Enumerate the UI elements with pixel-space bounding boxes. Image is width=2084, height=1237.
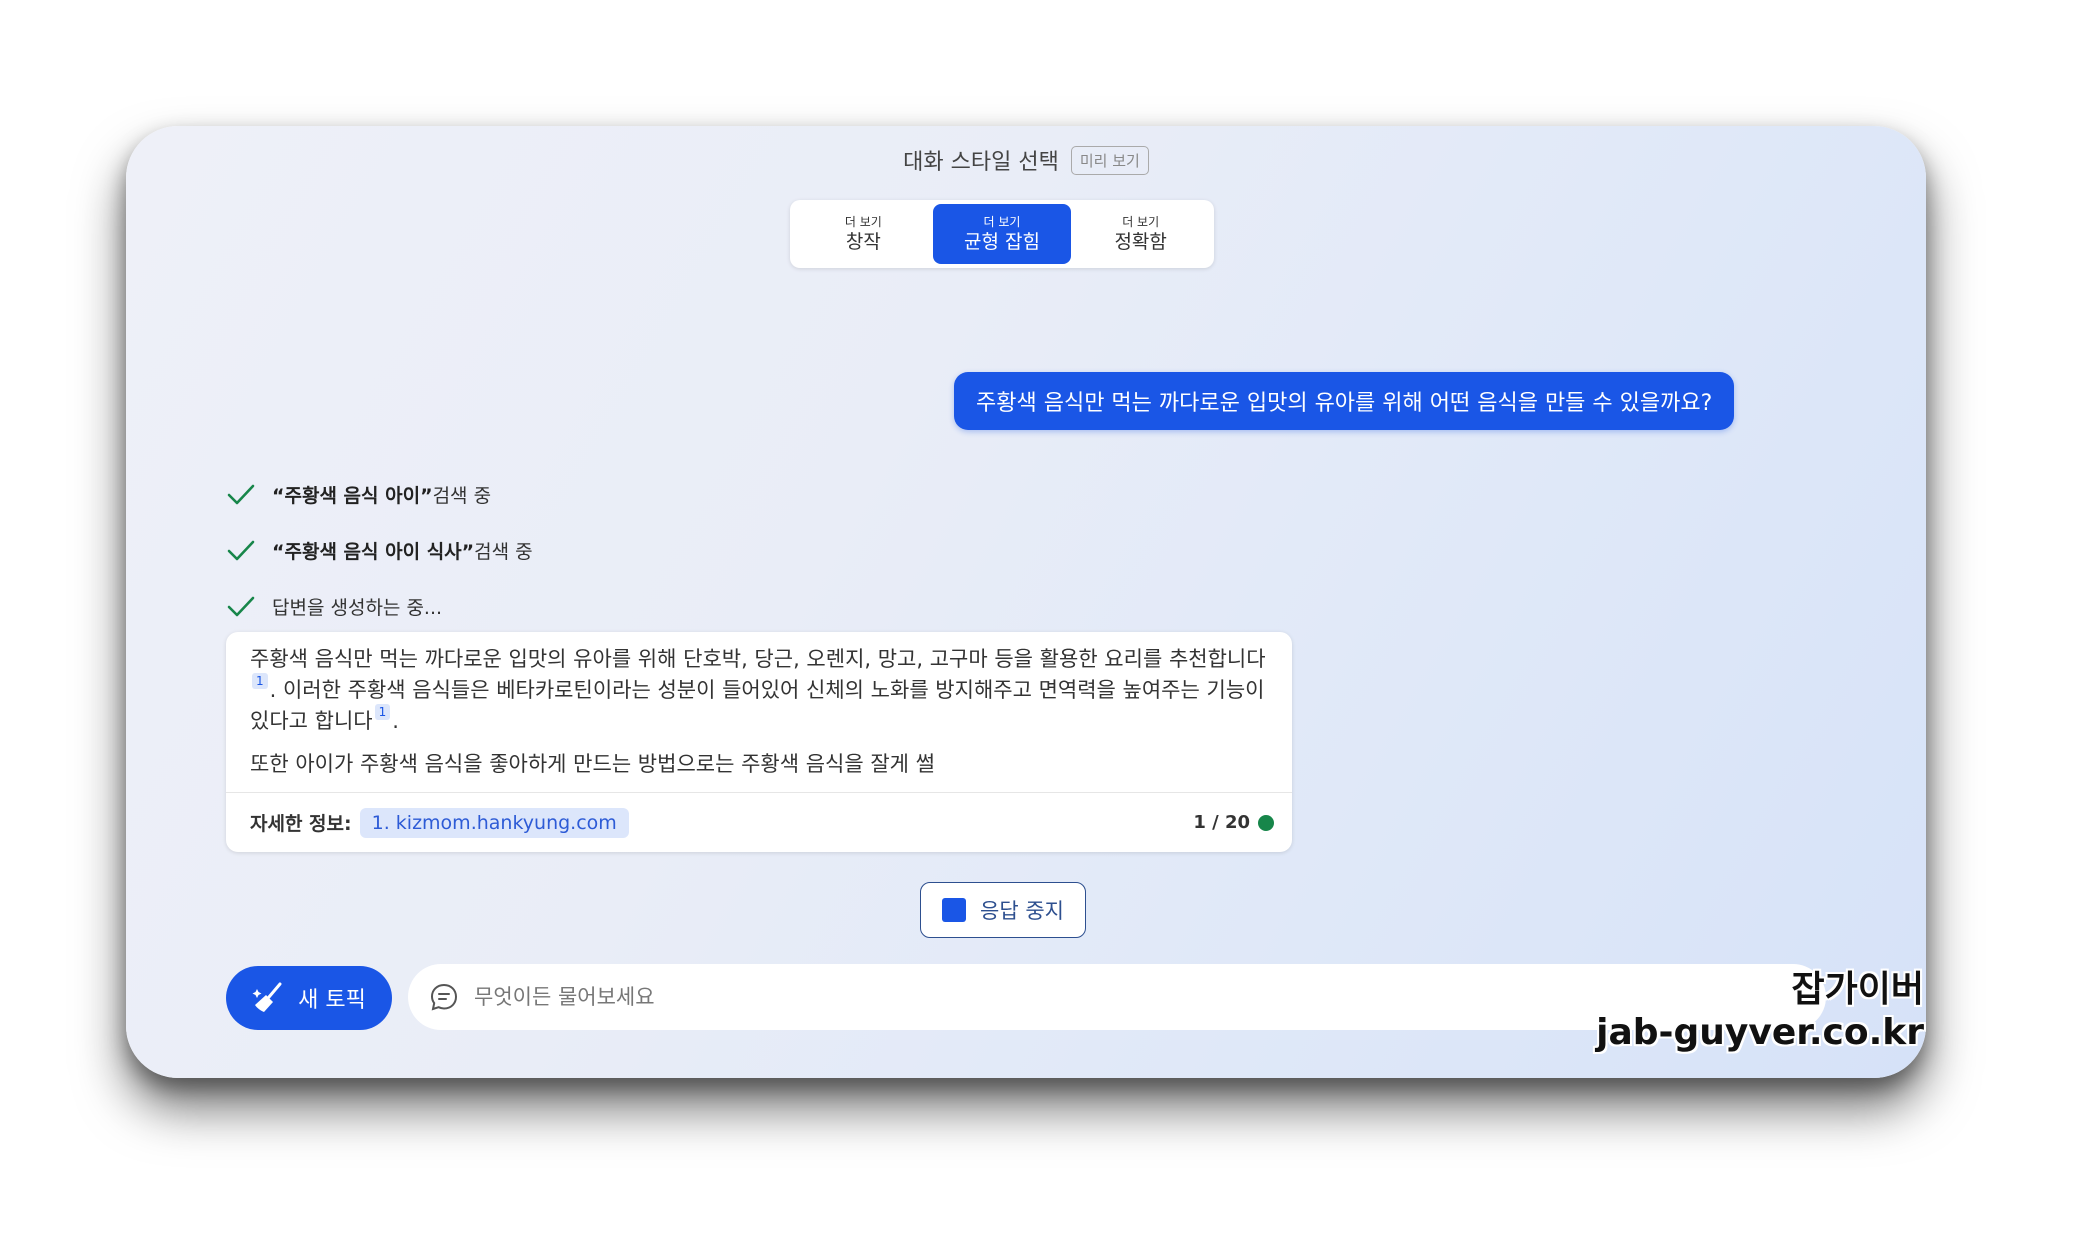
broom-icon	[252, 982, 282, 1012]
watermark-url: jab-guyver.co.kr	[1596, 1012, 1924, 1053]
source-link[interactable]: 1. kizmom.hankyung.com	[359, 807, 629, 838]
answer-paragraph: 주황색 음식만 먹는 까다로운 입맛의 유아를 위해 단호박, 당근, 오렌지,…	[250, 644, 1268, 737]
answer-footer: 자세한 정보: 1. kizmom.hankyung.com 1 / 20	[226, 792, 1292, 852]
answer-text: . 이러한 주황색 음식들은 베타카로틴이라는 성분이 들어있어 신체의 노화를…	[250, 678, 1265, 733]
new-topic-button[interactable]: 새 토픽	[226, 966, 392, 1030]
style-option-creative[interactable]: 더 보기 창작	[794, 204, 933, 264]
check-icon	[227, 596, 255, 617]
chat-window: 대화 스타일 선택 미리 보기 더 보기 창작 더 보기 균형 잡힘 더 보기 …	[126, 126, 1926, 1078]
citation-badge[interactable]: 1	[374, 704, 391, 720]
preview-badge: 미리 보기	[1070, 145, 1149, 175]
style-option-balanced[interactable]: 더 보기 균형 잡힘	[932, 204, 1072, 264]
check-icon	[227, 540, 255, 561]
step-text: 검색 중	[474, 540, 533, 563]
style-header: 대화 스타일 선택 미리 보기	[126, 144, 1926, 176]
style-option-sub: 더 보기	[1122, 215, 1160, 229]
step-text: 검색 중	[432, 484, 492, 507]
style-option-sub: 더 보기	[983, 215, 1021, 229]
chat-bubble-icon	[430, 983, 458, 1011]
status-dot-icon	[1258, 814, 1274, 831]
conversation-style-switch: 더 보기 창작 더 보기 균형 잡힘 더 보기 정확함	[790, 200, 1214, 268]
progress-steps: “주황색 음식 아이” 검색 중 “주황색 음식 아이 식사” 검색 중 답변을…	[226, 466, 533, 634]
watermark-logo-text: 잡가이버	[1791, 969, 1924, 1010]
style-option-label: 균형 잡힘	[964, 231, 1040, 253]
progress-step: 답변을 생성하는 중...	[226, 578, 533, 634]
step-text: 답변을 생성하는 중...	[272, 596, 443, 619]
answer-text: .	[392, 709, 399, 733]
stop-response-button[interactable]: 응답 중지	[920, 882, 1086, 938]
answer-card: 주황색 음식만 먹는 까다로운 입맛의 유아를 위해 단호박, 당근, 오렌지,…	[226, 632, 1292, 852]
more-info-label: 자세한 정보:	[250, 813, 352, 835]
stop-icon	[942, 898, 967, 922]
step-query: “주황색 음식 아이”	[272, 484, 433, 507]
chat-input[interactable]	[474, 985, 1674, 1009]
check-icon	[227, 484, 255, 505]
user-message-bubble: 주황색 음식만 먹는 까다로운 입맛의 유아를 위해 어떤 음식을 만들 수 있…	[954, 372, 1735, 430]
answer-body: 주황색 음식만 먹는 까다로운 입맛의 유아를 위해 단호박, 당근, 오렌지,…	[226, 632, 1292, 780]
style-title: 대화 스타일 선택	[903, 150, 1059, 175]
citation-badge[interactable]: 1	[252, 673, 268, 689]
style-option-label: 창작	[845, 231, 881, 253]
answer-paragraph: 또한 아이가 주황색 음식을 좋아하게 만드는 방법으로는 주황색 음식을 잘게…	[250, 752, 935, 776]
step-query: “주황색 음식 아이 식사”	[272, 540, 475, 563]
new-topic-label: 새 토픽	[298, 988, 366, 1013]
style-option-sub: 더 보기	[844, 215, 882, 229]
answer-text: 주황색 음식만 먹는 까다로운 입맛의 유아를 위해 단호박, 당근, 오렌지,…	[250, 647, 1266, 671]
progress-step: “주황색 음식 아이 식사” 검색 중	[226, 522, 533, 578]
stop-response-label: 응답 중지	[980, 899, 1064, 923]
style-option-precise[interactable]: 더 보기 정확함	[1071, 204, 1210, 264]
turn-counter-text: 1 / 20	[1193, 812, 1250, 833]
progress-step: “주황색 음식 아이” 검색 중	[226, 466, 533, 522]
style-option-label: 정확함	[1114, 231, 1167, 253]
turn-counter: 1 / 20	[1193, 812, 1274, 833]
